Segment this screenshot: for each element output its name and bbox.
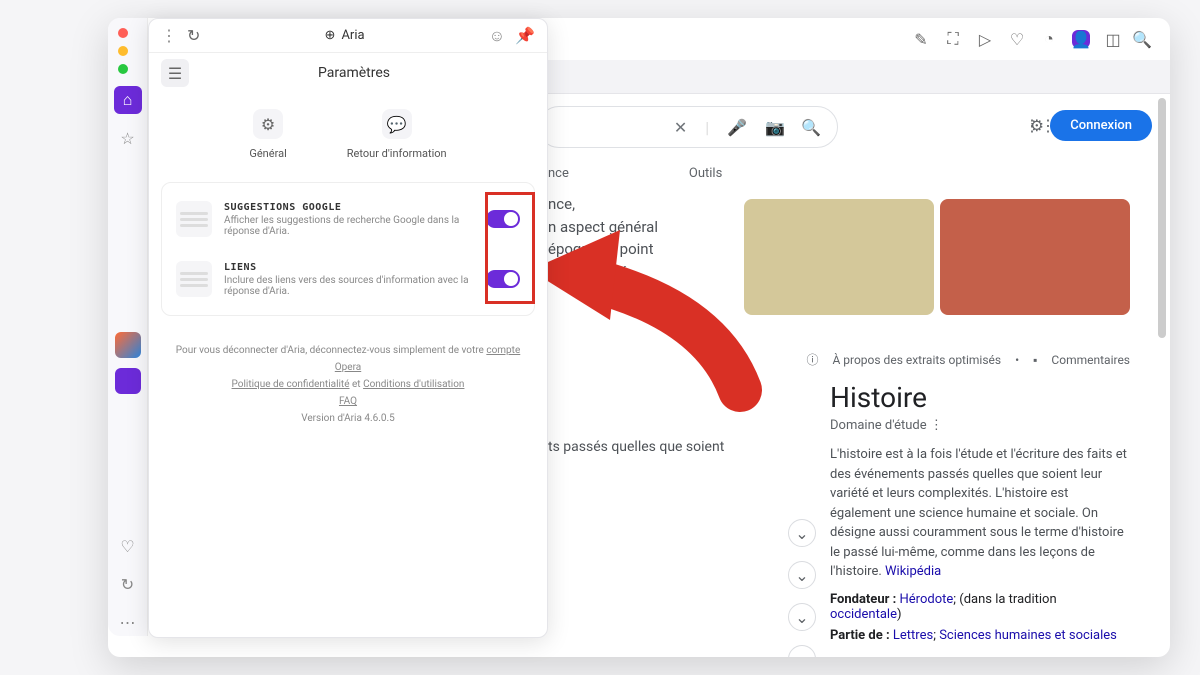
version-text: Version d'Aria 4.6.0.5 — [173, 410, 523, 427]
result-image[interactable] — [940, 199, 1130, 315]
toolbar-icons: ✎ ⛶ ▷ ♡ ◔ 👤 ◫ — [912, 30, 1122, 48]
founder-link[interactable]: Hérodote — [900, 592, 954, 607]
expand-button[interactable]: ⌄ — [788, 645, 816, 657]
refresh-icon[interactable]: ↻ — [187, 26, 200, 45]
aria-footer: Pour vous déconnecter d'Aria, déconnecte… — [149, 324, 547, 445]
setting-title: SUGGESTIONS GOOGLE — [224, 202, 474, 213]
sidebar-rail: ⌂ ☆ ♡ ↻ ⋯ — [108, 18, 148, 636]
featured-snippet: nce, n aspect général époque, le point d… — [548, 193, 748, 283]
tab-tools[interactable]: Outils — [689, 166, 722, 181]
pin-icon[interactable]: 📌 — [515, 26, 535, 46]
tab-feedback[interactable]: 💬 Retour d'information — [347, 109, 447, 160]
aria-panel: ⋮ ↻ ⊕ Aria ☺ 📌 ☰ Paramètres ⚙ Général 💬 … — [148, 18, 548, 638]
faq-link[interactable]: FAQ — [339, 396, 357, 407]
aria-tabs: ⚙ Général 💬 Retour d'information — [149, 93, 547, 174]
comments-link[interactable]: Commentaires — [1051, 353, 1130, 367]
kp-founder: Fondateur : Hérodote; (dans la tradition… — [830, 592, 1130, 622]
emoji-icon[interactable]: ☺ — [489, 26, 505, 46]
close-window[interactable] — [118, 28, 128, 38]
history-icon[interactable]: ↻ — [114, 570, 142, 598]
setting-title: LIENS — [224, 262, 474, 273]
setting-desc: Afficher les suggestions de recherche Go… — [224, 215, 474, 237]
result-text-fragment: ts passés quelles que soient — [548, 439, 724, 455]
more-menu-icon[interactable]: ⋮ — [161, 26, 177, 45]
partof-link[interactable]: Lettres — [893, 628, 933, 643]
toggle-links[interactable] — [486, 270, 520, 288]
screenshot-icon[interactable]: ⛶ — [944, 30, 962, 48]
home-icon[interactable]: ⌂ — [114, 86, 142, 114]
aria-top-bar: ⋮ ↻ ⊕ Aria ☺ 📌 — [149, 19, 547, 53]
login-button[interactable]: Connexion — [1050, 110, 1152, 141]
partof-link[interactable]: Sciences humaines et sociales — [939, 628, 1117, 643]
tradition-link[interactable]: occidentale — [830, 607, 897, 622]
extension-icon[interactable]: ◫ — [1104, 30, 1122, 48]
tab-general[interactable]: ⚙ Général — [249, 109, 286, 160]
setting-desc: Inclure des liens vers des sources d'inf… — [224, 275, 474, 297]
snippet-meta: ⓘÀ propos des extraits optimisés • ▪Comm… — [806, 351, 1130, 368]
app-shortcut[interactable] — [115, 332, 141, 358]
result-image[interactable] — [744, 199, 934, 315]
kp-subtitle: Domaine d'étude ⋮ — [830, 418, 1130, 433]
tab-nce[interactable]: nce — [548, 166, 569, 181]
clear-icon[interactable]: ✕ — [674, 118, 687, 137]
scrollbar[interactable] — [1158, 98, 1166, 338]
gear-icon: ⚙ — [253, 109, 283, 139]
star-icon[interactable]: ☆ — [114, 124, 142, 152]
result-images — [744, 199, 1130, 315]
heart-rail-icon[interactable]: ♡ — [114, 532, 142, 560]
privacy-link[interactable]: Politique de confidentialité — [232, 379, 350, 390]
expand-button[interactable]: ⌄ — [788, 561, 816, 589]
settings-card: SUGGESTIONS GOOGLE Afficher les suggesti… — [161, 182, 535, 316]
kp-partof: Partie de : Lettres; Sciences humaines e… — [830, 628, 1130, 643]
setting-google-suggestions: SUGGESTIONS GOOGLE Afficher les suggesti… — [162, 189, 534, 249]
aria-title: ⊕ Aria — [210, 28, 478, 43]
edit-icon[interactable]: ✎ — [912, 30, 930, 48]
more-rail-icon[interactable]: ⋯ — [114, 608, 142, 636]
search-icon[interactable]: 🔍 — [1132, 30, 1152, 49]
setting-links: LIENS Inclure des liens vers des sources… — [162, 249, 534, 309]
aria-shortcut[interactable] — [115, 368, 141, 394]
google-search-box[interactable]: ✕ | 🎤 📷 🔍 — [538, 106, 838, 148]
kp-title: Histoire — [830, 381, 1130, 414]
lens-icon[interactable]: 📷 — [765, 118, 783, 136]
kp-description: L'histoire est à la fois l'étude et l'éc… — [830, 445, 1130, 582]
toggle-google-suggestions[interactable] — [486, 210, 520, 228]
mic-icon[interactable]: 🎤 — [727, 118, 747, 137]
search-tabs: nce Outils — [548, 166, 722, 181]
maximize-window[interactable] — [118, 64, 128, 74]
list-icon — [176, 201, 212, 237]
knowledge-panel: Histoire Domaine d'étude ⋮ L'histoire es… — [830, 381, 1130, 657]
play-icon[interactable]: ▷ — [976, 30, 994, 48]
heart-icon[interactable]: ♡ — [1008, 30, 1026, 48]
terms-link[interactable]: Conditions d'utilisation — [363, 379, 464, 390]
settings-heading: Paramètres — [173, 65, 535, 81]
wikipedia-link[interactable]: Wikipédia — [885, 564, 941, 579]
aria-header: ☰ Paramètres — [149, 53, 547, 93]
window-controls — [118, 28, 128, 74]
timer-icon[interactable]: ◔ — [1040, 30, 1058, 48]
about-snippets-link[interactable]: À propos des extraits optimisés — [832, 353, 1001, 367]
list-icon — [176, 261, 212, 297]
minimize-window[interactable] — [118, 46, 128, 56]
chat-icon: 💬 — [382, 109, 412, 139]
expand-button[interactable]: ⌄ — [788, 519, 816, 547]
user-icon[interactable]: 👤 — [1072, 30, 1090, 48]
search-results: nce, n aspect général époque, le point d… — [548, 193, 1130, 657]
search-submit-icon[interactable]: 🔍 — [801, 118, 821, 137]
expand-button[interactable]: ⌄ — [788, 603, 816, 631]
